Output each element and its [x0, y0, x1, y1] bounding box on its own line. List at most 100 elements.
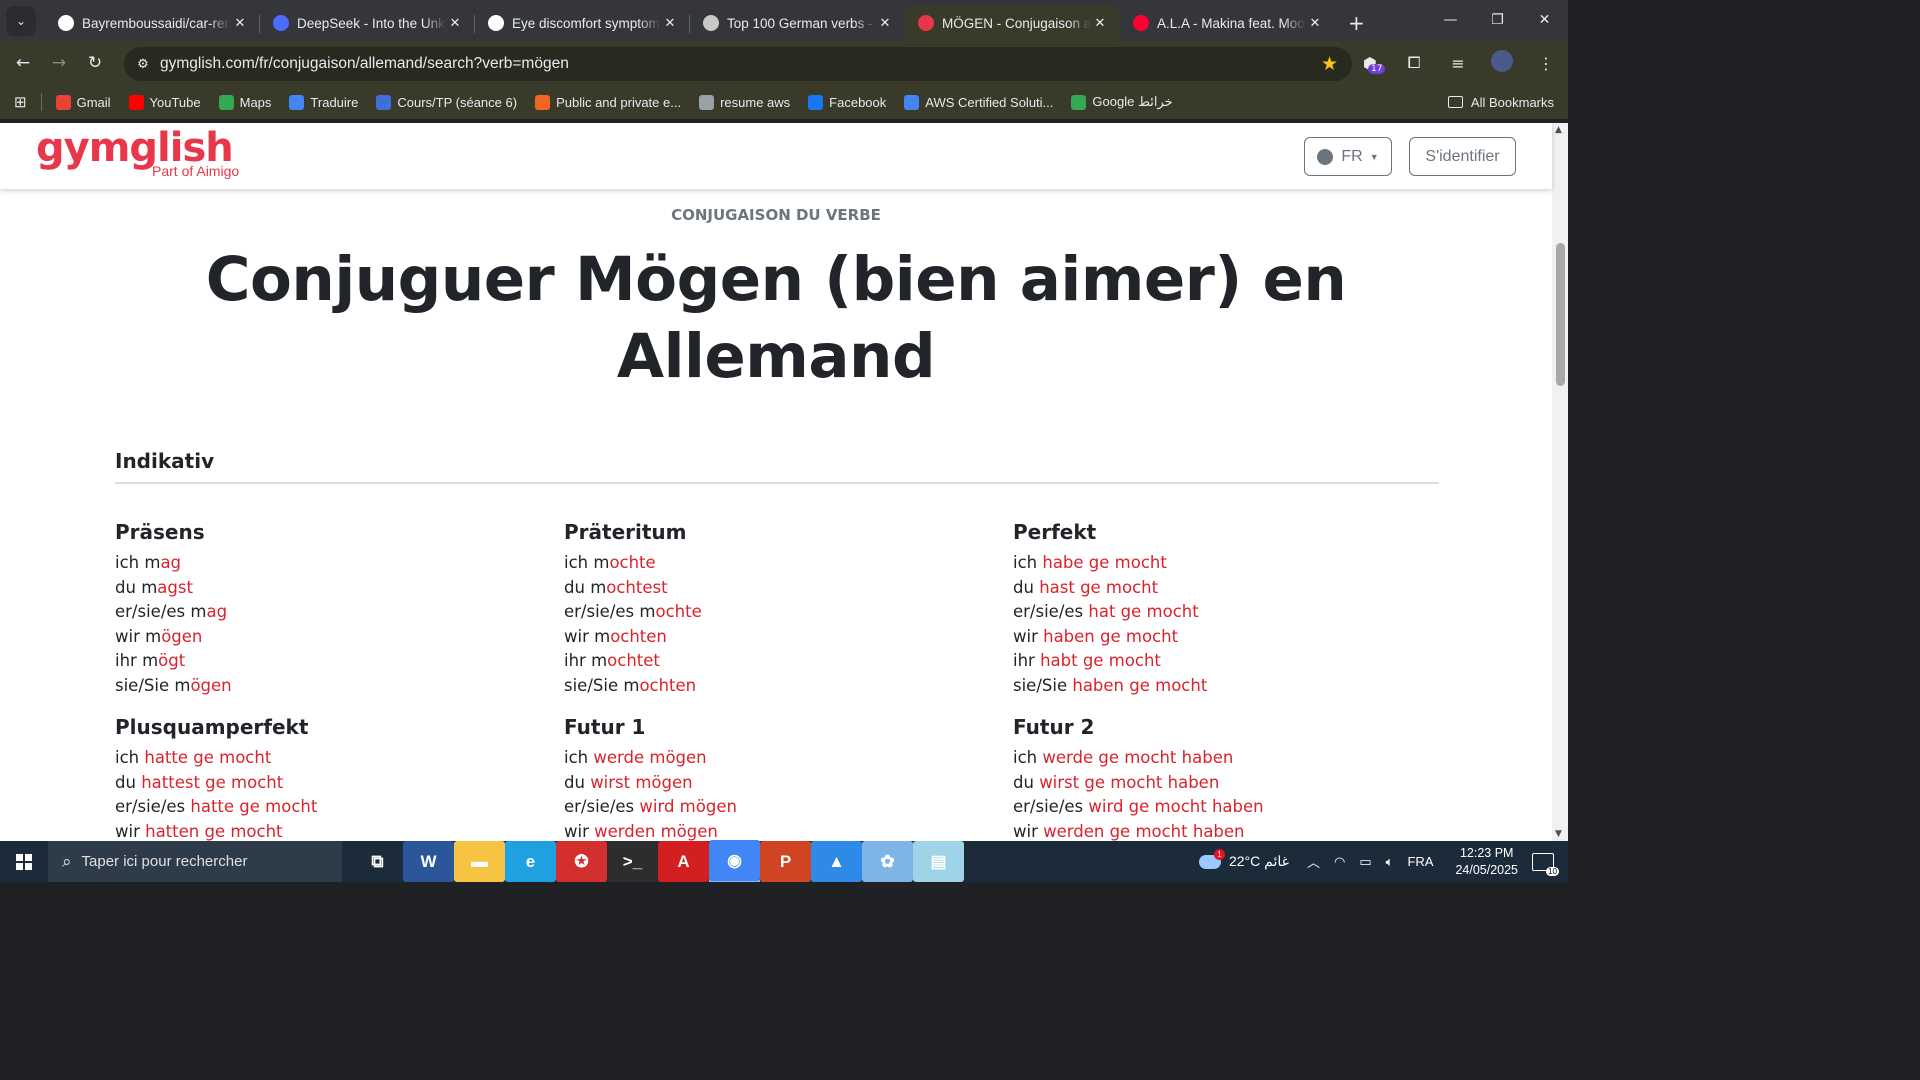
- extension-icon[interactable]: ⬢ 17: [1348, 54, 1392, 74]
- restore-icon[interactable]: ❐: [1474, 0, 1521, 40]
- tab-title: A.L.A - Makina feat. Mootje: [1157, 15, 1306, 31]
- volume-icon[interactable]: 🔈︎: [1386, 854, 1394, 870]
- bookmark-item[interactable]: Maps: [218, 94, 271, 110]
- word-taskbar-icon[interactable]: W: [403, 841, 454, 882]
- edge-taskbar-icon[interactable]: e: [505, 841, 556, 882]
- scroll-up-icon[interactable]: ▲: [1555, 125, 1562, 135]
- url-text[interactable]: gymglish.com/fr/conjugaison/allemand/sea…: [160, 55, 1321, 73]
- reload-icon[interactable]: ↻: [77, 47, 113, 79]
- verb-stem: m: [145, 626, 162, 646]
- verb-ending: habe ge mocht: [1042, 553, 1167, 572]
- tab-close-icon[interactable]: ✕: [231, 16, 249, 31]
- task-view-taskbar-icon[interactable]: ⧉: [352, 841, 403, 882]
- bookmark-favicon-icon: [376, 94, 392, 110]
- tab-title: MÖGEN - Conjugaison allemand: [942, 15, 1091, 31]
- start-button[interactable]: [0, 841, 48, 882]
- page-scrollbar[interactable]: ▲ ▼: [1552, 123, 1568, 841]
- bookmark-label: Facebook: [829, 94, 887, 110]
- verb-ending: werde mögen: [593, 748, 707, 767]
- verb-ending: hat ge mocht: [1088, 602, 1199, 621]
- app-red-taskbar-icon[interactable]: ✪: [556, 841, 607, 882]
- bookmark-favicon-icon: [699, 94, 715, 110]
- bookmark-star-icon[interactable]: ★: [1321, 53, 1338, 75]
- browser-tab[interactable]: A.L.A - Makina feat. Mootje ✕: [1119, 5, 1334, 41]
- bookmark-item[interactable]: Traduire: [289, 94, 358, 110]
- bookmark-item[interactable]: Gmail: [55, 94, 111, 110]
- pronoun: du: [115, 577, 142, 597]
- tab-close-icon[interactable]: ✕: [446, 16, 464, 31]
- clock[interactable]: 12:23 PM 24/05/2025: [1455, 845, 1518, 879]
- verb-ending: ag: [206, 602, 228, 621]
- browser-tab[interactable]: Top 100 German verbs - The✕: [689, 5, 904, 41]
- verb-stem: m: [174, 675, 191, 695]
- bookmark-item[interactable]: Google خرائط: [1071, 94, 1173, 110]
- media-control-icon[interactable]: ≡: [1436, 54, 1480, 73]
- cloud-icon: 1: [1198, 848, 1225, 869]
- browser-tab[interactable]: Eye discomfort symptoms ✕: [474, 5, 689, 41]
- tray-chevron-icon[interactable]: ︿: [1307, 852, 1320, 871]
- browser-tab[interactable]: DeepSeek - Into the Unknown✕: [259, 5, 474, 41]
- forward-icon[interactable]: →: [41, 47, 77, 79]
- powerpoint-taskbar-icon[interactable]: P: [760, 841, 811, 882]
- bookmark-item[interactable]: Public and private e...: [535, 94, 681, 110]
- battery-icon[interactable]: ▭: [1359, 854, 1371, 870]
- site-info-icon[interactable]: ⚙: [128, 57, 158, 72]
- acrobat-taskbar-icon[interactable]: A: [658, 841, 709, 882]
- wifi-icon[interactable]: ◠: [1334, 854, 1345, 870]
- bookmark-favicon-icon: [289, 94, 305, 110]
- chrome-taskbar-icon[interactable]: ◉: [709, 840, 760, 882]
- minimize-icon[interactable]: —: [1427, 0, 1474, 40]
- terminal-taskbar-icon[interactable]: >_: [607, 841, 658, 882]
- verb-stem: m: [623, 675, 640, 695]
- extensions-puzzle-icon[interactable]: ⧠: [1392, 53, 1436, 73]
- bookmark-label: Google خرائط: [1092, 94, 1173, 109]
- tab-close-icon[interactable]: ✕: [876, 16, 894, 31]
- pronoun: wir: [1013, 821, 1044, 841]
- browser-tab[interactable]: Bayremboussaidi/car-rent ✕: [44, 5, 259, 41]
- tense-block: Plusquamperfekt ich hatte ge mocht du hatt…: [115, 713, 535, 841]
- photos-icon: ▲: [811, 841, 862, 882]
- bookmark-item[interactable]: YouTube: [128, 94, 201, 110]
- bookmark-item[interactable]: Facebook: [808, 94, 887, 110]
- bookmark-item[interactable]: Cours/TP (séance 6): [376, 94, 517, 110]
- input-language[interactable]: FRA: [1407, 854, 1433, 869]
- tab-close-icon[interactable]: ✕: [1091, 16, 1109, 31]
- profile-avatar[interactable]: [1480, 50, 1524, 76]
- tab-search-icon[interactable]: ⌄: [6, 6, 36, 36]
- close-window-icon[interactable]: ✕: [1521, 0, 1568, 40]
- weather-widget[interactable]: 1 22°C غائم: [1198, 848, 1289, 870]
- page-title: Conjuguer Mögen (bien aimer) en Allemand: [205, 244, 1347, 392]
- bookmark-item[interactable]: AWS Certified Soluti...: [904, 94, 1053, 110]
- file-explorer-icon: ▬: [454, 841, 505, 882]
- scrollbar-thumb[interactable]: [1556, 243, 1565, 386]
- photos-taskbar-icon[interactable]: ▲: [811, 841, 862, 882]
- address-bar[interactable]: ⚙ gymglish.com/fr/conjugaison/allemand/s…: [124, 47, 1352, 81]
- notification-center-icon[interactable]: 10: [1532, 852, 1559, 876]
- all-bookmarks-button[interactable]: All Bookmarks: [1447, 85, 1554, 119]
- browser-tab[interactable]: MÖGEN - Conjugaison allemand✕: [904, 5, 1119, 41]
- bookmark-item[interactable]: resume aws: [699, 94, 790, 110]
- conjugation-row: sie/Sie haben ge mocht: [1013, 674, 1433, 699]
- file-explorer-taskbar-icon[interactable]: ▬: [454, 841, 505, 882]
- menu-kebab-icon[interactable]: ⋮: [1524, 54, 1568, 73]
- extension-badge: 17: [1368, 63, 1386, 74]
- login-button[interactable]: S'identifier: [1409, 137, 1516, 176]
- verb-stem: m: [590, 577, 607, 597]
- apps-grid-icon[interactable]: ⊞: [14, 93, 27, 111]
- taskbar-search[interactable]: ⌕ Taper ici pour rechercher: [48, 841, 342, 882]
- conjugation-row: er/sie/es wird ge mocht haben: [1013, 795, 1433, 820]
- verb-ending: wird mögen: [639, 797, 737, 816]
- conjugation-row: du magst: [115, 576, 535, 601]
- verb-stem: m: [141, 577, 158, 597]
- new-tab-button[interactable]: +: [1348, 11, 1365, 35]
- scroll-down-icon[interactable]: ▼: [1555, 829, 1562, 839]
- verb-ending: habt ge mocht: [1040, 651, 1161, 670]
- language-selector[interactable]: FR ▼: [1304, 137, 1392, 176]
- paint-taskbar-icon[interactable]: ✿: [862, 841, 913, 882]
- toolbar-actions: ⬢ 17 ⧠ ≡ ⋮: [1348, 41, 1568, 85]
- notepad-taskbar-icon[interactable]: ▤: [913, 841, 964, 882]
- back-icon[interactable]: ←: [5, 47, 41, 79]
- tab-close-icon[interactable]: ✕: [1306, 16, 1324, 31]
- verb-ending: ögt: [158, 651, 186, 670]
- tab-close-icon[interactable]: ✕: [661, 16, 679, 31]
